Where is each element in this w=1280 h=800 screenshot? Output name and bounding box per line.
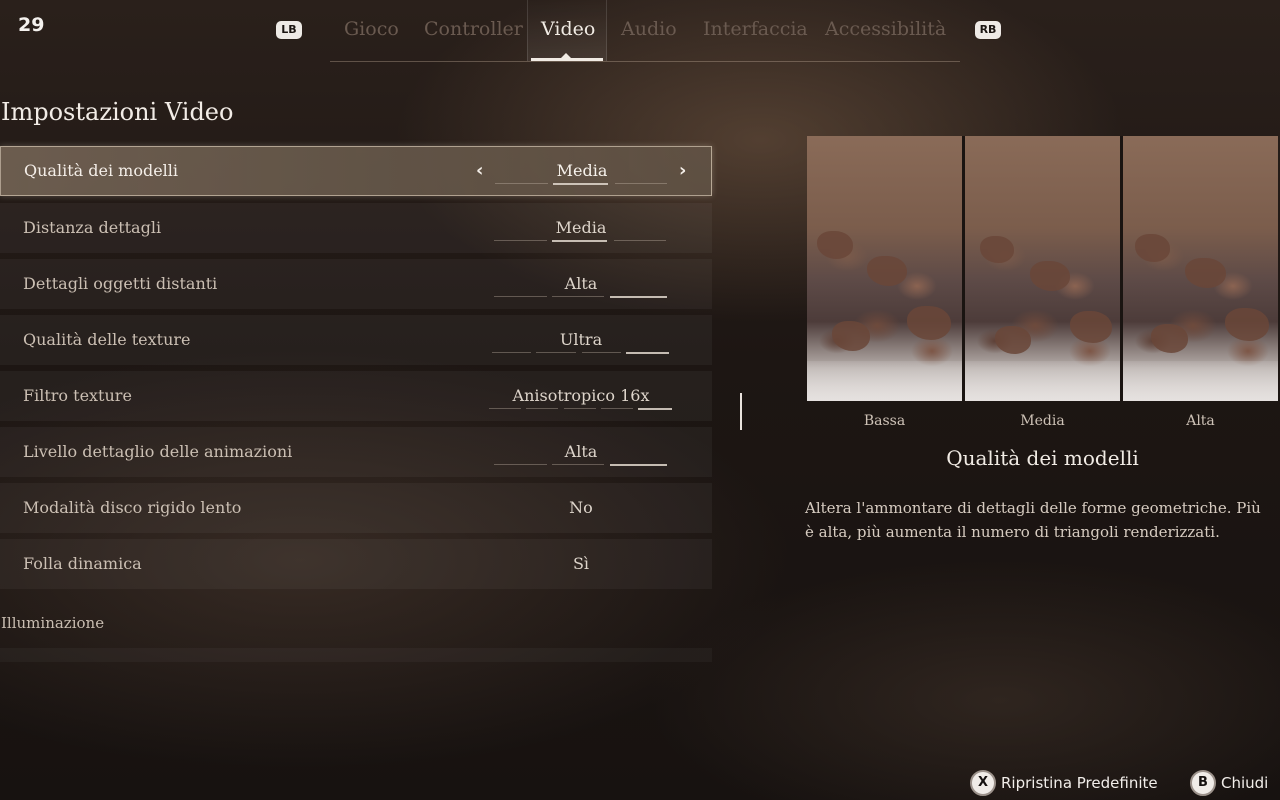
- tab-gioco[interactable]: Gioco: [344, 18, 399, 40]
- value-indicator: [495, 183, 669, 186]
- value-indicator: [494, 464, 668, 467]
- restore-defaults-label: Ripristina Predefinite: [1001, 774, 1158, 792]
- setting-row-detail-distance[interactable]: Distanza dettagli Media: [0, 203, 712, 253]
- tab-accessibilita[interactable]: Accessibilità: [825, 18, 946, 40]
- setting-label: Modalità disco rigido lento: [23, 498, 242, 517]
- tab-audio[interactable]: Audio: [621, 18, 677, 40]
- setting-label: Filtro texture: [23, 386, 132, 405]
- setting-row-dynamic-crowd[interactable]: Folla dinamica Sì: [0, 539, 712, 589]
- setting-row-slow-hdd-mode[interactable]: Modalità disco rigido lento No: [0, 483, 712, 533]
- nav-divider: [330, 61, 960, 62]
- settings-list: Qualità dei modelli ‹ Media › Distanza d…: [0, 146, 712, 595]
- setting-label: Distanza dettagli: [23, 218, 162, 237]
- active-tab-caret-icon: [561, 53, 571, 58]
- setting-value: Media: [555, 218, 607, 237]
- active-tab-underline: [531, 58, 603, 61]
- setting-row-texture-filter[interactable]: Filtro texture Anisotropico 16x: [0, 371, 712, 421]
- value-indicator: [494, 296, 668, 299]
- value-indicator: [494, 240, 668, 243]
- restore-defaults-button[interactable]: X Ripristina Predefinite: [970, 770, 1158, 796]
- setting-row-texture-quality[interactable]: Qualità delle texture Ultra: [0, 315, 712, 365]
- b-button-icon: B: [1190, 770, 1216, 796]
- setting-value: Sì: [572, 554, 590, 573]
- preview-description: Altera l'ammontare di dettagli delle for…: [805, 499, 1261, 541]
- preview-image-medium: [965, 136, 1120, 401]
- close-label: Chiudi: [1221, 774, 1269, 792]
- setting-row-model-quality[interactable]: Qualità dei modelli ‹ Media ›: [0, 146, 712, 196]
- preview-image-low: [807, 136, 962, 401]
- tab-controller[interactable]: Controller: [424, 18, 523, 40]
- value-indicator: [489, 408, 672, 411]
- value-indicator: [492, 352, 669, 355]
- setting-label: Dettagli oggetti distanti: [23, 274, 218, 293]
- setting-label: Livello dettaglio delle animazioni: [23, 442, 293, 461]
- setting-value: Ultra: [559, 330, 603, 349]
- lb-button-icon[interactable]: LB: [276, 21, 302, 39]
- rb-button-icon[interactable]: RB: [975, 21, 1001, 39]
- chevron-left-icon[interactable]: ‹: [476, 160, 483, 181]
- setting-value: Anisotropico 16x: [512, 386, 650, 405]
- chevron-right-icon[interactable]: ›: [679, 160, 686, 181]
- x-button-icon: X: [970, 770, 996, 796]
- close-button[interactable]: B Chiudi: [1190, 770, 1268, 796]
- setting-label: Folla dinamica: [23, 554, 142, 573]
- comparison-preview: [807, 136, 1278, 401]
- setting-value: Media: [556, 161, 608, 180]
- setting-value: Alta: [564, 274, 598, 293]
- setting-label: Qualità delle texture: [23, 330, 191, 349]
- tab-interfaccia[interactable]: Interfaccia: [703, 18, 808, 40]
- section-header-lighting: Illuminazione: [1, 614, 105, 632]
- preview-label-high: Alta: [1186, 413, 1215, 429]
- setting-label: Qualità dei modelli: [24, 161, 179, 180]
- top-nav: LB Gioco Controller Video Audio Interfac…: [0, 0, 1280, 62]
- lighting-row-partial[interactable]: [0, 648, 712, 662]
- preview-image-high: [1123, 136, 1278, 401]
- preview-label-medium: Media: [1020, 413, 1065, 429]
- setting-row-distant-objects[interactable]: Dettagli oggetti distanti Alta: [0, 259, 712, 309]
- setting-value: No: [569, 498, 593, 517]
- setting-row-animation-detail[interactable]: Livello dettaglio delle animazioni Alta: [0, 427, 712, 477]
- preview-label-low: Bassa: [863, 413, 906, 429]
- tab-video[interactable]: Video: [541, 18, 595, 40]
- scrollbar[interactable]: [740, 393, 742, 430]
- preview-title: Qualità dei modelli: [946, 446, 1139, 470]
- page-title: Impostazioni Video: [1, 98, 234, 126]
- setting-value: Alta: [564, 442, 598, 461]
